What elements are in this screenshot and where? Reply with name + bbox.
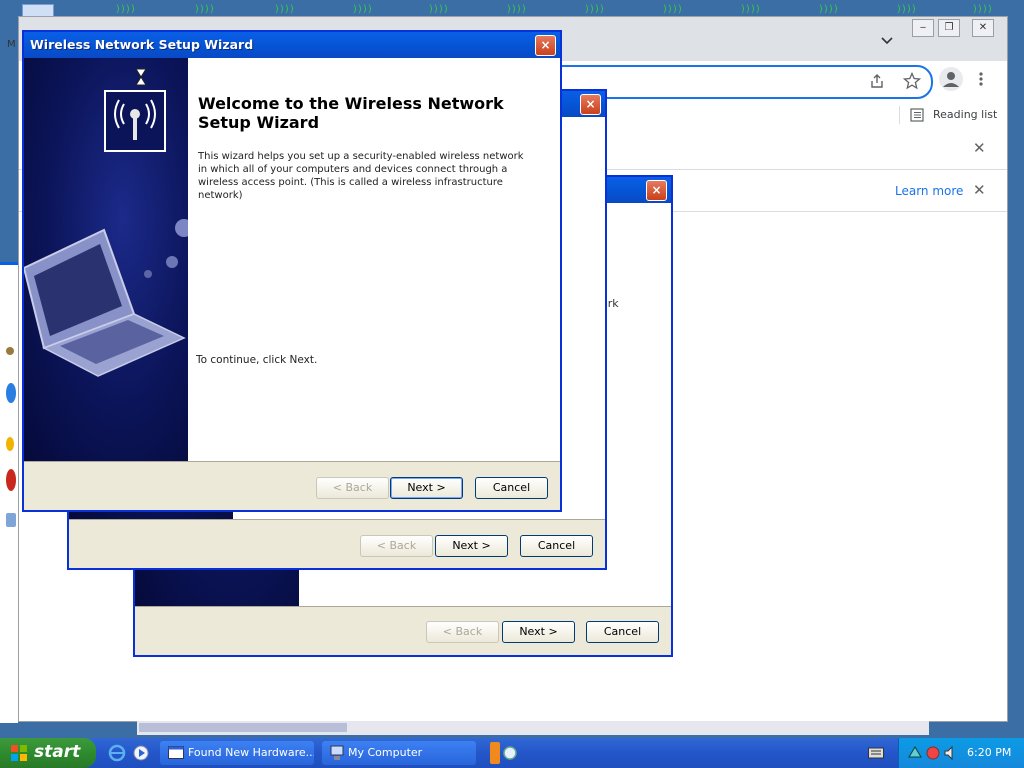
scrollbar-thumb[interactable]	[139, 723, 347, 732]
bookmark-star-icon[interactable]	[903, 72, 921, 90]
wizard-window: Wireless Network Setup Wizard × Welcome …	[22, 30, 562, 512]
keyboard-icon[interactable]	[868, 746, 884, 760]
chevron-down-icon[interactable]	[881, 37, 893, 45]
title-bar: Wireless Network Setup Wizard ×	[24, 32, 560, 58]
start-label: start	[34, 742, 81, 762]
cancel-button[interactable]: Cancel	[475, 477, 548, 499]
close-button[interactable]: ×	[580, 94, 601, 115]
task-label: My Computer	[348, 746, 423, 759]
wizard-sidebar-image	[24, 58, 188, 462]
button-bar: < Back Next > Cancel	[24, 461, 560, 510]
laptop-image	[24, 219, 188, 377]
quick-launch-icon[interactable]	[490, 742, 500, 764]
task-label: Found New Hardware...	[188, 746, 314, 759]
next-button[interactable]: Next >	[502, 621, 575, 643]
close-icon[interactable]: ✕	[973, 181, 986, 199]
wifi-signal-icon: ))))	[194, 4, 215, 15]
reading-list-icon[interactable]	[910, 108, 924, 122]
close-button[interactable]: ×	[646, 180, 667, 201]
task-found-new-hardware[interactable]: Found New Hardware...	[160, 741, 314, 765]
security-alert-icon[interactable]	[925, 745, 941, 761]
wifi-signal-icon: ))))	[740, 4, 761, 15]
network-tray-icon[interactable]	[502, 745, 518, 761]
person-icon	[943, 72, 959, 87]
window-close-button[interactable]: ✕	[972, 19, 994, 37]
computer-icon	[330, 745, 344, 760]
network-icon	[6, 513, 16, 527]
maximize-button[interactable]: ❐	[938, 19, 960, 37]
wireless-connection-icon[interactable]	[907, 745, 923, 761]
wizard-content: Welcome to the Wireless Network Setup Wi…	[24, 58, 560, 462]
back-button[interactable]: < Back	[426, 621, 499, 643]
wifi-signal-icon: ))))	[972, 4, 993, 15]
next-button[interactable]: Next >	[435, 535, 508, 557]
cancel-button[interactable]: Cancel	[520, 535, 593, 557]
back-button[interactable]: < Back	[360, 535, 433, 557]
cancel-button[interactable]: Cancel	[586, 621, 659, 643]
close-icon[interactable]: ✕	[973, 139, 986, 157]
background-window-edge	[0, 262, 18, 723]
wifi-signal-icon: ))))	[506, 4, 527, 15]
button-bar: < Back Next > Cancel	[135, 606, 671, 655]
media-player-icon[interactable]	[132, 744, 150, 762]
back-button[interactable]: < Back	[316, 477, 389, 499]
window-title: Wireless Network Setup Wizard	[30, 37, 254, 52]
wireless-antenna-icon	[104, 90, 166, 152]
folder-icon	[6, 347, 14, 355]
windows-logo-icon	[11, 745, 27, 761]
media-icon	[6, 469, 16, 491]
profile-avatar[interactable]	[939, 67, 963, 91]
wizard-description: This wizard helps you set up a security-…	[198, 151, 524, 201]
divider	[899, 106, 900, 124]
horizontal-scrollbar[interactable]	[137, 721, 929, 735]
minimize-button[interactable]: ‒	[912, 19, 934, 37]
wifi-signal-icon: ))))	[115, 4, 136, 15]
wifi-signal-icon: ))))	[584, 4, 605, 15]
wifi-signal-icon: ))))	[352, 4, 373, 15]
wizard-heading: Welcome to the Wireless Network Setup Wi…	[198, 94, 504, 132]
start-button[interactable]: start	[0, 738, 96, 768]
internet-explorer-icon[interactable]	[108, 744, 126, 762]
hourglass-icon	[135, 68, 147, 86]
wifi-signal-icon: ))))	[428, 4, 449, 15]
share-icon[interactable]	[869, 73, 885, 89]
button-bar: < Back Next > Cancel	[69, 519, 605, 568]
lock-icon	[6, 437, 14, 451]
clock[interactable]: 6:20 PM	[967, 746, 1011, 759]
more-options-icon[interactable]	[977, 71, 985, 87]
close-button[interactable]: ×	[535, 35, 556, 56]
wifi-signal-icon: ))))	[818, 4, 839, 15]
window-icon	[168, 746, 184, 759]
taskbar: start Found New Hardware... My Computer …	[0, 738, 1024, 768]
globe-icon	[6, 383, 16, 403]
system-tray: 6:20 PM	[898, 738, 1024, 768]
continue-instruction: To continue, click Next.	[196, 354, 318, 366]
wifi-signal-icon: ))))	[274, 4, 295, 15]
wifi-signal-icon: ))))	[896, 4, 917, 15]
next-button[interactable]: Next >	[390, 477, 463, 499]
wifi-signal-icon: ))))	[662, 4, 683, 15]
volume-icon[interactable]	[943, 745, 959, 761]
tab-label[interactable]: M	[7, 39, 16, 50]
task-my-computer[interactable]: My Computer	[322, 741, 476, 765]
learn-more-link[interactable]: Learn more	[895, 184, 963, 198]
reading-list-button[interactable]: Reading list	[933, 108, 997, 121]
